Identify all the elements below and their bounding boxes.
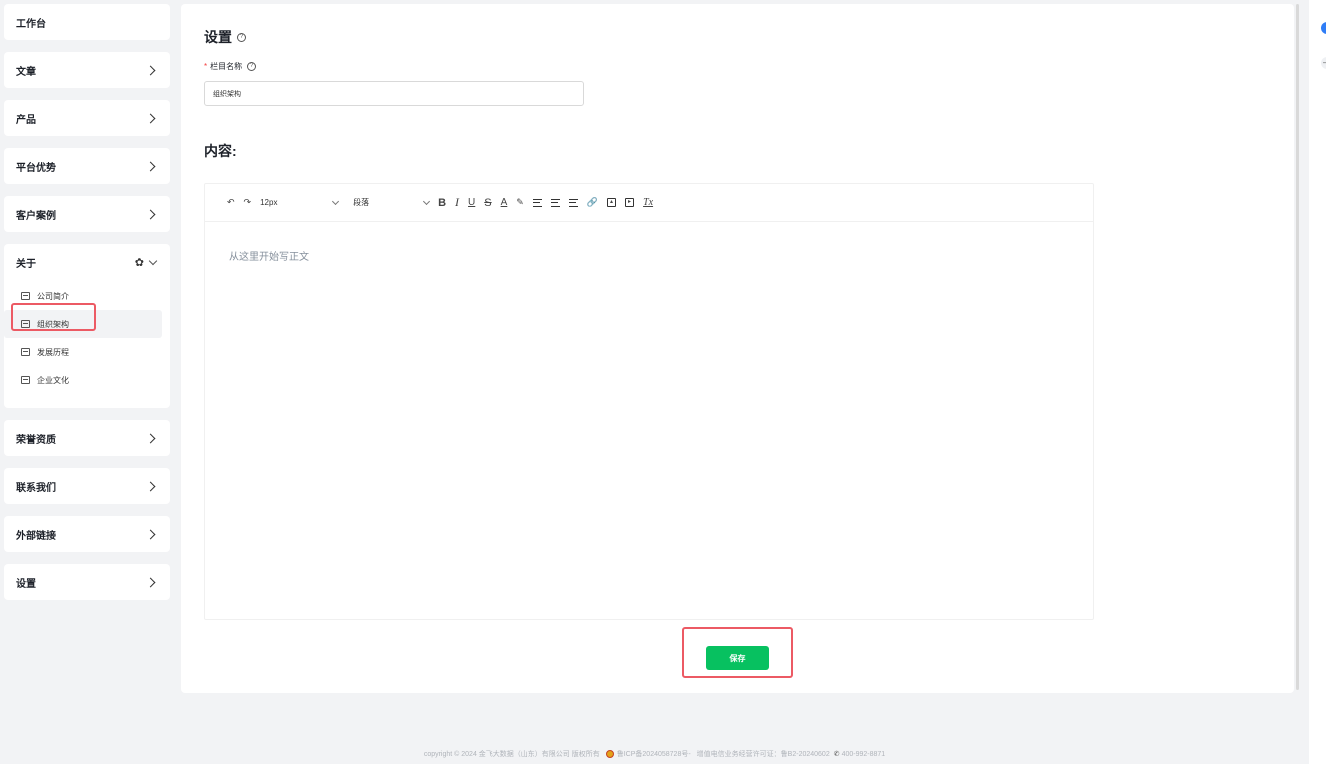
font-size-select[interactable]: 12px [260,197,340,207]
align-center-icon[interactable] [550,198,560,207]
sidebar: 工作台 文章 产品 平台优势 客户案例 关于 ✿ 公司简介 组织架构 发展历程 … [4,4,170,612]
footer-copyright: copyright © 2024 金飞大数据（山东）有限公司 版权所有 [423,751,600,758]
italic-button[interactable]: I [455,195,459,210]
sub-item-label: 发展历程 [37,347,69,357]
required-mark: * [204,62,208,71]
chevron-right-icon [145,113,156,123]
chevron-right-icon [145,481,156,491]
editor-toolbar: ↶ ↷ 12px 段落 B I U S A ✎ 🔗 ▴ ▸ Tx [205,184,1093,222]
sidebar-item-company-intro[interactable]: 公司简介 [4,282,162,310]
image-icon[interactable]: ▴ [607,198,617,207]
nav-honors[interactable]: 荣誉资质 [4,420,170,456]
chevron-down-icon [148,256,158,265]
strikethrough-button[interactable]: S [484,197,491,209]
chevron-right-icon [145,433,156,443]
chevron-right-icon [145,529,156,539]
document-icon [21,320,30,328]
nav-label: 设置 [16,578,36,590]
undo-icon[interactable]: ↶ [227,197,235,208]
redo-icon[interactable]: ↷ [244,197,252,208]
nav-about: 关于 ✿ 公司简介 组织架构 发展历程 企业文化 [4,244,170,408]
nav-contact[interactable]: 联系我们 [4,468,170,504]
block-type-select[interactable]: 段落 [353,197,431,208]
chevron-right-icon [145,161,156,171]
sub-item-label: 公司简介 [37,291,69,301]
page-title: 设置 ? [204,27,246,47]
nav-platform-advantages[interactable]: 平台优势 [4,148,170,184]
scrollbar[interactable] [1296,4,1299,690]
footer-icp[interactable]: 鲁ICP备2024058728号- [617,749,691,759]
nav-articles[interactable]: 文章 [4,52,170,88]
footer: copyright © 2024 金飞大数据（山东）有限公司 版权所有 鲁ICP… [0,749,1309,759]
rich-text-editor: ↶ ↷ 12px 段落 B I U S A ✎ 🔗 ▴ ▸ Tx 从这里开始写正… [204,183,1094,620]
field-label: * 栏目名称 ? [204,61,257,72]
nav-workbench[interactable]: 工作台 [4,4,170,40]
nav-external-links[interactable]: 外部链接 [4,516,170,552]
right-side-panel: – [1309,0,1326,764]
background-color-icon[interactable]: ✎ [516,197,524,208]
footer-license: 增值电信业务经营许可证：鲁B2-20240602 [696,751,830,758]
help-icon[interactable]: ? [237,32,246,42]
align-right-icon[interactable] [568,198,578,207]
chevron-right-icon [145,209,156,219]
content-title: 内容: [204,143,237,159]
sidebar-item-history[interactable]: 发展历程 [4,338,162,366]
sub-item-label: 企业文化 [37,375,69,385]
document-icon [21,376,30,384]
video-icon[interactable]: ▸ [625,198,635,207]
align-left-icon[interactable] [532,198,542,207]
chevron-right-icon [145,577,156,587]
nav-label: 联系我们 [16,482,56,494]
document-icon [21,348,30,356]
chevron-down-icon [423,197,431,205]
chevron-right-icon [145,65,156,75]
sub-item-label: 组织架构 [37,319,69,329]
sidebar-item-organization[interactable]: 组织架构 [4,310,162,338]
font-size-value: 12px [260,198,278,207]
main-panel: 设置 ? * 栏目名称 ? 内容: ↶ ↷ 12px 段落 B I U S A … [181,4,1294,693]
gear-icon[interactable]: ✿ [135,256,144,269]
link-icon[interactable]: 🔗 [587,197,598,208]
font-color-letter: A [500,197,508,208]
phone-icon: ✆ [833,751,840,758]
nav-settings[interactable]: 设置 [4,564,170,600]
nav-label: 客户案例 [16,210,56,222]
nav-label: 平台优势 [16,162,56,174]
nav-about-header[interactable]: 关于 ✿ [4,244,170,280]
about-submenu: 公司简介 组织架构 发展历程 企业文化 [4,280,170,408]
block-type-value: 段落 [353,198,370,207]
nav-label: 荣誉资质 [16,434,56,446]
font-color-button[interactable]: A [501,197,508,208]
minus-icon[interactable]: – [1321,57,1326,69]
chat-icon[interactable] [1321,22,1326,34]
column-name-input[interactable] [204,81,584,106]
save-button[interactable]: 保存 [706,646,769,670]
footer-phone: 400-992-8871 [841,750,886,758]
bold-button[interactable]: B [438,197,446,209]
sidebar-item-culture[interactable]: 企业文化 [4,366,162,394]
page-title-text: 设置 [204,29,232,45]
field-label-text: 栏目名称 [210,62,243,71]
nav-customer-cases[interactable]: 客户案例 [4,196,170,232]
editor-content-area[interactable]: 从这里开始写正文 [205,222,1093,289]
nav-products[interactable]: 产品 [4,100,170,136]
document-icon [21,292,30,300]
underline-button[interactable]: U [468,197,475,208]
nav-label: 文章 [16,66,36,78]
police-badge-icon [605,750,614,758]
chevron-down-icon [332,197,340,205]
nav-label: 外部链接 [16,530,56,542]
help-icon[interactable]: ? [247,62,257,71]
nav-label: 产品 [16,114,36,126]
clear-format-button[interactable]: Tx [643,197,653,208]
nav-label: 关于 [16,258,36,270]
nav-label: 工作台 [16,18,46,30]
editor-placeholder: 从这里开始写正文 [229,252,309,263]
